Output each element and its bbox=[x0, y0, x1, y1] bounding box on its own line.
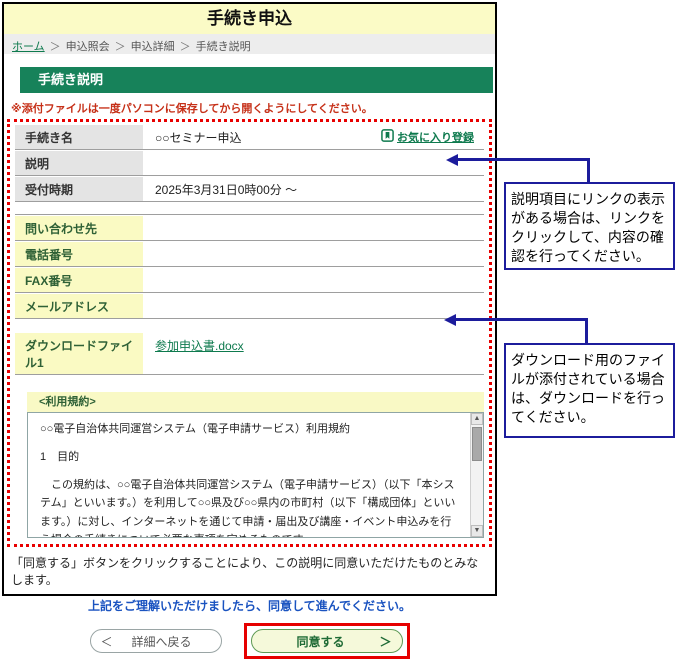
download-file-link[interactable]: 参加申込書.docx bbox=[155, 337, 244, 354]
scroll-up-icon[interactable]: ▲ bbox=[471, 413, 483, 425]
row-label: 問い合わせ先 bbox=[15, 216, 143, 240]
breadcrumb-separator: ＞ bbox=[115, 41, 126, 53]
contact-value bbox=[143, 216, 484, 240]
row-label: 受付時期 bbox=[15, 177, 143, 201]
row-label: ダウンロードファイル1 bbox=[15, 333, 143, 374]
terms-of-use-scrollbox[interactable]: ○○電子自治体共同運営システム（電子申請サービス）利用規約 1 目的 この規約は… bbox=[27, 412, 484, 538]
row-label: 手続き名 bbox=[15, 125, 143, 149]
breadcrumb-separator: ＞ bbox=[50, 41, 61, 53]
chevron-left-icon: ＜ bbox=[101, 633, 113, 650]
row-label: 電話番号 bbox=[15, 242, 143, 266]
application-window: 手続き申込 ホーム ＞ 申込照会 ＞ 申込詳細 ＞ 手続き説明 手続き説明 ※添付ファイルは… bbox=[2, 2, 497, 596]
table-row-phone: 電話番号 bbox=[15, 242, 484, 267]
breadcrumb-separator: ＞ bbox=[180, 41, 191, 53]
callout2-connector-line bbox=[454, 318, 588, 321]
row-label: FAX番号 bbox=[15, 268, 143, 292]
back-button-label: 詳細へ戻る bbox=[132, 633, 192, 650]
callout-description-link-note: 説明項目にリンクの表示がある場合は、リンクをクリックして、内容の確認を行ってくだ… bbox=[504, 182, 675, 270]
table-row-download-file: ダウンロードファイル1 参加申込書.docx bbox=[15, 333, 484, 375]
page-title: 手続き申込 bbox=[4, 4, 495, 34]
section-banner: 手続き説明 bbox=[20, 67, 493, 93]
procedure-name-value: ○○セミナー申込 bbox=[155, 129, 242, 146]
reception-period-value: 2025年3月31日0時00分 ～ bbox=[143, 177, 484, 201]
breadcrumb-item-detail: 申込詳細 bbox=[131, 41, 175, 53]
chevron-right-icon: ＞ bbox=[379, 633, 391, 650]
favorite-register-link[interactable]: お気に入り登録 bbox=[397, 129, 474, 145]
email-value bbox=[143, 294, 484, 318]
callout-download-file-note: ダウンロード用のファイルが添付されている場合は、ダウンロードを行ってください。 bbox=[504, 343, 675, 438]
terms-section1-body: この規約は、○○電子自治体共同運営システム（電子申請サービス）（以下「本システム… bbox=[40, 476, 459, 538]
terms-of-use-header: <利用規約> bbox=[27, 392, 484, 412]
agree-button[interactable]: 同意する ＞ bbox=[251, 629, 403, 653]
table-row-description: 説明 bbox=[15, 151, 484, 176]
terms-section1-heading: 1 目的 bbox=[40, 448, 459, 466]
breadcrumb: ホーム ＞ 申込照会 ＞ 申込詳細 ＞ 手続き説明 bbox=[4, 34, 495, 54]
breadcrumb-item-current: 手続き説明 bbox=[196, 41, 251, 53]
table-row-procedure-name: 手続き名 ○○セミナー申込 お気に入り登録 bbox=[15, 125, 484, 150]
back-to-detail-button[interactable]: ＜ 詳細へ戻る bbox=[90, 629, 222, 653]
action-buttons: ＜ 詳細へ戻る 同意する ＞ bbox=[4, 623, 495, 659]
fax-value bbox=[143, 268, 484, 292]
row-label: 説明 bbox=[15, 151, 143, 175]
row-label: メールアドレス bbox=[15, 294, 143, 318]
table-row-fax: FAX番号 bbox=[15, 268, 484, 293]
callout2-connector-line bbox=[585, 318, 588, 345]
table-row-reception-period: 受付時期 2025年3月31日0時00分 ～ bbox=[15, 177, 484, 202]
terms-scrollbar[interactable]: ▲ ▼ bbox=[470, 413, 483, 537]
agree-explanation-text: 「同意する」ボタンをクリックすることにより、この説明に同意いただけたものとみなし… bbox=[11, 554, 489, 588]
table-row-email: メールアドレス bbox=[15, 294, 484, 319]
table-row-contact: 問い合わせ先 bbox=[15, 216, 484, 241]
agree-button-highlight: 同意する ＞ bbox=[244, 623, 410, 659]
favorite-icon bbox=[381, 129, 394, 145]
procedure-detail-area: 手続き名 ○○セミナー申込 お気に入り登録 説明 受付時期 2025年3月31日… bbox=[7, 119, 492, 547]
breadcrumb-item-inquiry: 申込照会 bbox=[66, 41, 110, 53]
empty-row bbox=[15, 203, 484, 215]
scrollbar-thumb[interactable] bbox=[472, 427, 482, 461]
scroll-down-icon[interactable]: ▼ bbox=[471, 525, 483, 537]
terms-title-line: ○○電子自治体共同運営システム（電子申請サービス）利用規約 bbox=[40, 420, 459, 438]
attachment-warning-text: ※添付ファイルは一度パソコンに保存してから開くようにしてください。 bbox=[11, 100, 495, 116]
breadcrumb-home-link[interactable]: ホーム bbox=[12, 41, 45, 53]
agree-instruction-text: 上記をご理解いただけましたら、同意して進んでください。 bbox=[4, 597, 495, 614]
callout1-connector-line bbox=[587, 158, 590, 184]
agree-button-label: 同意する bbox=[296, 633, 344, 650]
phone-value bbox=[143, 242, 484, 266]
callout1-connector-line bbox=[456, 158, 590, 161]
description-value bbox=[143, 151, 484, 175]
